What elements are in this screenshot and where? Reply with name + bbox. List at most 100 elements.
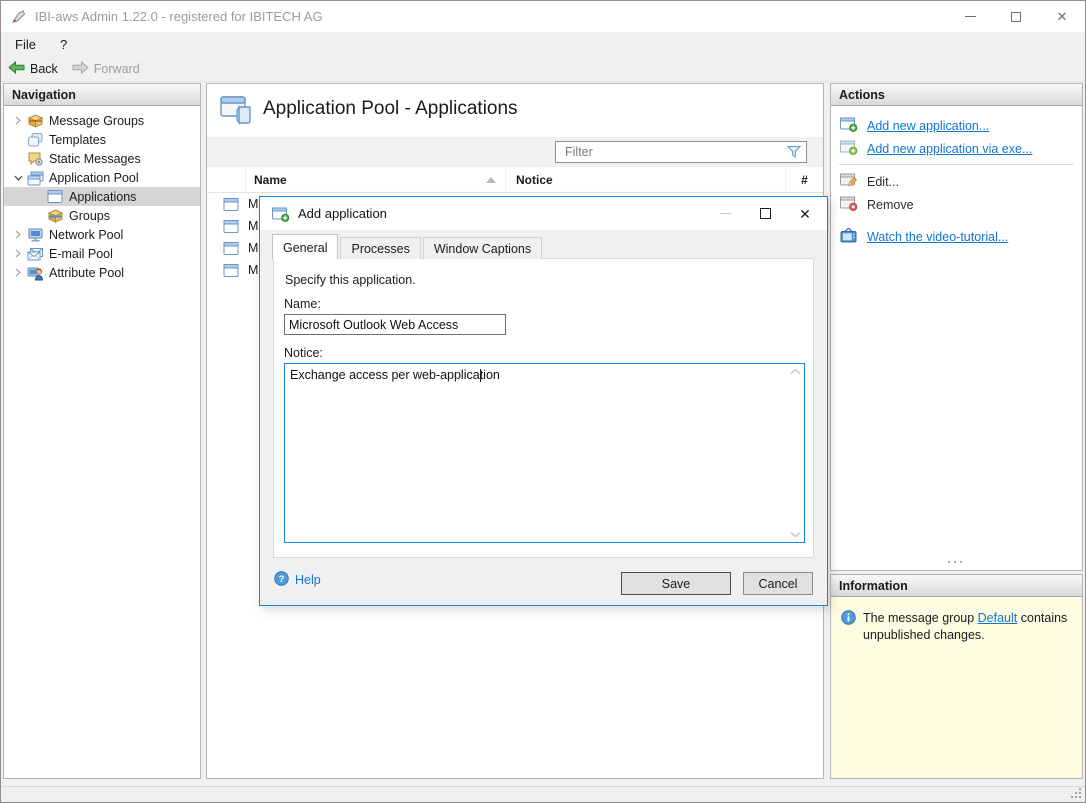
tab-window-captions[interactable]: Window Captions xyxy=(422,237,543,259)
navigation-header: Navigation xyxy=(4,84,200,106)
forward-label: Forward xyxy=(93,62,140,76)
dialog-tabs: General Processes Window Captions xyxy=(272,234,543,259)
chevron-right-icon[interactable] xyxy=(10,268,26,277)
tree-item-network-pool[interactable]: Network Pool xyxy=(4,225,200,244)
row-name: M xyxy=(248,197,259,211)
tree-label: E-mail Pool xyxy=(49,246,113,261)
forward-icon xyxy=(72,60,89,77)
maximize-button[interactable] xyxy=(993,1,1039,32)
navigation-tree: Message Groups Templates Static Messages… xyxy=(4,106,200,282)
action-remove[interactable]: Remove xyxy=(831,193,1082,216)
minimize-button[interactable] xyxy=(947,1,993,32)
video-tutorial-icon xyxy=(840,227,858,246)
row-name: M xyxy=(248,263,259,277)
tree-item-applications[interactable]: Applications xyxy=(4,187,200,206)
cancel-button[interactable]: Cancel xyxy=(743,572,813,595)
attribute-pool-icon xyxy=(26,265,44,281)
status-bar xyxy=(1,786,1085,802)
tab-general[interactable]: General xyxy=(272,234,339,259)
application-icon xyxy=(223,263,239,278)
filter-funnel-icon[interactable] xyxy=(786,144,802,162)
tree-item-application-pool[interactable]: Application Pool xyxy=(4,168,200,187)
column-notice[interactable]: Notice xyxy=(505,167,785,192)
action-add-new-application[interactable]: Add new application... xyxy=(831,114,1082,137)
page-title: Application Pool - Applications xyxy=(263,98,518,119)
add-application-icon xyxy=(840,116,858,135)
dialog-minimize-button xyxy=(705,197,745,230)
templates-icon xyxy=(26,132,44,148)
help-link[interactable]: ? Help xyxy=(274,571,321,589)
tree-label: Application Pool xyxy=(49,170,139,185)
dialog-maximize-button[interactable] xyxy=(745,197,785,230)
main-header: Application Pool - Applications xyxy=(207,84,823,137)
tree-item-groups[interactable]: Groups xyxy=(4,206,200,225)
message-groups-icon xyxy=(26,113,44,129)
actions-separator xyxy=(839,164,1074,165)
tree-item-message-groups[interactable]: Message Groups xyxy=(4,111,200,130)
svg-text:?: ? xyxy=(279,574,285,585)
window-title: IBI-aws Admin 1.22.0 - registered for IB… xyxy=(35,9,323,24)
chevron-right-icon[interactable] xyxy=(10,230,26,239)
network-pool-icon xyxy=(26,227,44,243)
back-icon xyxy=(8,60,25,77)
menu-help[interactable]: ? xyxy=(52,37,75,52)
information-message: The message group Default contains unpub… xyxy=(863,610,1074,643)
dialog-title: Add application xyxy=(298,206,387,221)
back-button[interactable]: Back xyxy=(1,57,65,81)
add-application-exe-icon xyxy=(840,139,858,158)
notice-field[interactable]: Exchange access per web-application xyxy=(284,363,805,543)
app-logo-icon xyxy=(11,9,27,25)
column-count[interactable]: # xyxy=(785,167,823,192)
dialog-title-bar: Add application ✕ xyxy=(260,197,827,230)
forward-button[interactable]: Forward xyxy=(65,57,147,81)
name-label: Name: xyxy=(284,297,321,311)
filter-input[interactable] xyxy=(555,141,807,163)
add-application-dialog-icon xyxy=(272,206,290,222)
back-label: Back xyxy=(30,62,58,76)
scroll-down-icon[interactable] xyxy=(790,531,801,538)
default-message-group-link[interactable]: Default xyxy=(978,611,1018,625)
menu-file[interactable]: File xyxy=(7,37,44,52)
chevron-right-icon[interactable] xyxy=(10,116,26,125)
tab-processes[interactable]: Processes xyxy=(340,237,421,259)
chevron-down-icon[interactable] xyxy=(10,174,26,182)
tree-item-static-messages[interactable]: Static Messages xyxy=(4,149,200,168)
tree-item-email-pool[interactable]: E-mail Pool xyxy=(4,244,200,263)
tree-item-attribute-pool[interactable]: Attribute Pool xyxy=(4,263,200,282)
information-panel: Information The message group Default co… xyxy=(830,574,1083,779)
minimize-icon xyxy=(964,16,976,17)
application-pool-header-icon xyxy=(220,94,254,130)
scroll-up-icon[interactable] xyxy=(790,368,801,375)
column-name[interactable]: Name xyxy=(245,167,505,192)
action-edit[interactable]: Edit... xyxy=(831,170,1082,193)
actions-panel: Actions Add new application... Add new a… xyxy=(830,83,1083,571)
tree-item-templates[interactable]: Templates xyxy=(4,130,200,149)
remove-icon xyxy=(840,195,858,214)
notice-label: Notice: xyxy=(284,346,323,360)
info-icon xyxy=(841,610,856,643)
help-label: Help xyxy=(295,573,321,587)
chevron-right-icon[interactable] xyxy=(10,249,26,258)
action-add-new-application-via-exe[interactable]: Add new application via exe... xyxy=(831,137,1082,160)
maximize-icon xyxy=(1011,11,1021,22)
action-label: Edit... xyxy=(867,174,899,189)
tree-label: Templates xyxy=(49,132,106,147)
tree-label: Applications xyxy=(69,189,137,204)
app-window: IBI-aws Admin 1.22.0 - registered for IB… xyxy=(0,0,1086,803)
action-label: Watch the video-tutorial... xyxy=(867,229,1009,244)
name-field[interactable] xyxy=(284,314,506,335)
close-button[interactable]: ✕ xyxy=(1039,1,1085,32)
column-count-label: # xyxy=(801,172,808,187)
dialog-close-button[interactable]: ✕ xyxy=(785,197,825,230)
close-icon: ✕ xyxy=(1056,9,1068,24)
row-name: M xyxy=(248,241,259,255)
save-button[interactable]: Save xyxy=(621,572,731,595)
action-watch-video-tutorial[interactable]: Watch the video-tutorial... xyxy=(831,225,1082,248)
filter-row xyxy=(207,137,823,167)
information-header: Information xyxy=(831,575,1082,597)
action-label: Add new application... xyxy=(867,118,990,133)
panel-splitter-handle[interactable]: ··· xyxy=(830,556,1083,572)
general-tab-content: Specify this application. Name: Notice: … xyxy=(273,258,814,558)
resize-grip[interactable] xyxy=(1079,796,1081,798)
column-name-label: Name xyxy=(254,172,287,187)
